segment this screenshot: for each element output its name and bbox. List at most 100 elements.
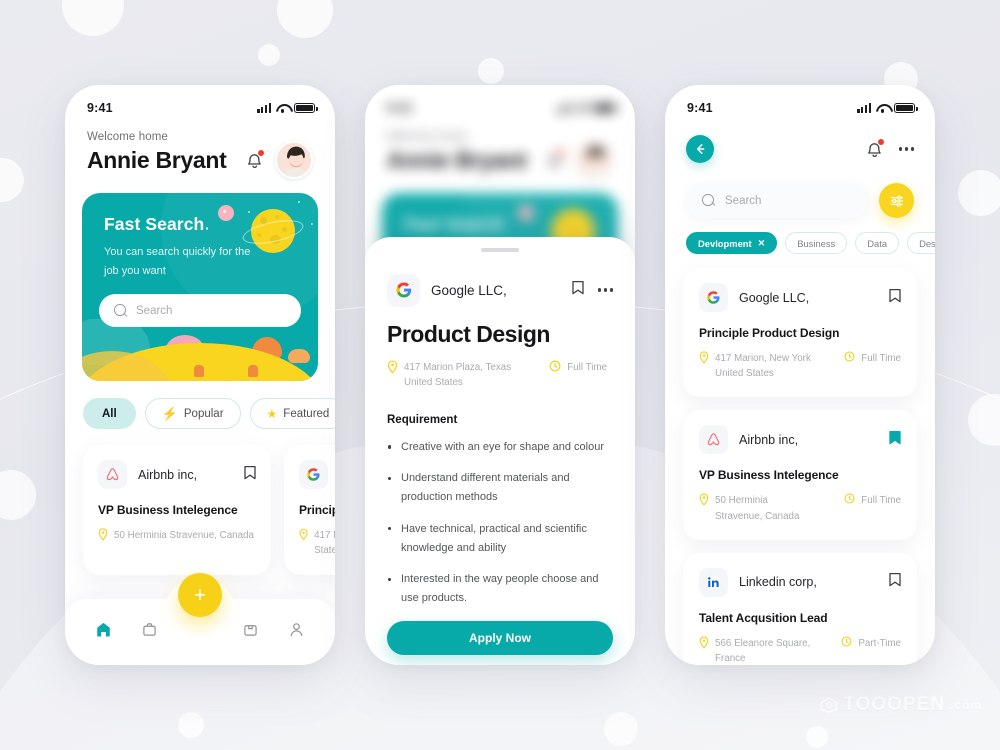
tag-development[interactable]: Devlopment ✕ bbox=[686, 232, 778, 254]
job-card[interactable]: Google LLC, Principle Product Design 417… bbox=[284, 445, 335, 576]
bookmark-icon[interactable] bbox=[244, 465, 256, 485]
phone-search-results-screen: 9:41 Search Devlopment ✕ Business Data D… bbox=[665, 85, 935, 665]
watermark: TOOOPEN .com bbox=[820, 694, 982, 716]
welcome-label: Welcome home bbox=[87, 131, 168, 143]
job-location-text: 417 Marion Plaza, Texas United States bbox=[404, 361, 512, 388]
filter-chip-label: All bbox=[102, 407, 117, 420]
job-location: 417 Marion, New York United States bbox=[299, 528, 335, 558]
bush-decor bbox=[288, 349, 310, 363]
fast-search-title: Fast Search bbox=[104, 214, 205, 234]
saved-bag-icon bbox=[244, 624, 257, 636]
fast-search-title: Fast Search bbox=[404, 214, 505, 234]
welcome-label: Welcome home bbox=[387, 131, 468, 143]
job-title: VP Business Intelegence bbox=[699, 468, 839, 483]
sheet-header: Google LLC, bbox=[387, 273, 613, 307]
job-card[interactable]: Linkedin corp, Talent Acqusition Lead 56… bbox=[683, 552, 917, 665]
job-results-list: Google LLC, Principle Product Design 417… bbox=[665, 254, 935, 665]
job-type-text: Part-Time bbox=[858, 637, 901, 649]
fast-search-subtitle: You can search quickly for the job you w… bbox=[104, 246, 251, 277]
notification-dot bbox=[558, 149, 564, 156]
job-type-text: Full Time bbox=[861, 353, 901, 364]
battery-icon bbox=[294, 102, 318, 114]
company-block: Google LLC, bbox=[387, 273, 507, 307]
bookmark-icon[interactable] bbox=[572, 280, 584, 300]
filter-chip-featured[interactable]: ★ Featured bbox=[249, 398, 335, 429]
job-location-text: 566 Eleanore Square, France bbox=[715, 637, 811, 664]
company-block: Airbnb inc, bbox=[699, 425, 798, 455]
job-card[interactable]: Airbnb inc, VP Business Intelegence 50 H… bbox=[83, 445, 271, 576]
home-header: Welcome home Annie Bryant bbox=[365, 125, 635, 179]
bookmark-icon[interactable] bbox=[889, 572, 901, 592]
company-block: Google LLC, bbox=[699, 283, 809, 312]
bg-circle bbox=[258, 44, 280, 66]
tag-business[interactable]: Business bbox=[785, 232, 848, 254]
more-horizontal-icon[interactable] bbox=[597, 288, 613, 292]
more-horizontal-icon[interactable] bbox=[898, 147, 914, 151]
sprout-decor bbox=[248, 365, 258, 377]
bookmark-icon[interactable] bbox=[889, 430, 901, 450]
map-pin-icon bbox=[98, 528, 108, 541]
google-logo-icon bbox=[699, 283, 728, 312]
close-icon[interactable]: ✕ bbox=[758, 238, 766, 248]
tag-data[interactable]: Data bbox=[855, 232, 900, 254]
nav-profile[interactable] bbox=[281, 614, 311, 644]
home-header: Welcome home Annie Bryant bbox=[65, 125, 335, 179]
bell-icon[interactable] bbox=[866, 138, 884, 159]
nav-briefcase[interactable] bbox=[134, 614, 164, 644]
user-name: Annie Bryant bbox=[87, 147, 227, 173]
job-card[interactable]: Google LLC, Principle Product Design 417… bbox=[683, 268, 917, 398]
job-title: Principle Product Design bbox=[299, 503, 335, 517]
filter-chip-all[interactable]: All bbox=[83, 398, 136, 429]
tag-label: Data bbox=[867, 237, 888, 249]
requirement-item: Have technical, practical and scientific… bbox=[387, 520, 613, 559]
filter-button[interactable] bbox=[879, 183, 914, 218]
nav-saved[interactable] bbox=[236, 614, 266, 644]
watermark-brand: TOOOPEN bbox=[843, 694, 945, 715]
person-icon bbox=[290, 622, 303, 636]
job-card-header: Airbnb inc, bbox=[699, 425, 901, 455]
home-icon bbox=[97, 622, 111, 636]
job-card-header: Linkedin corp, bbox=[699, 567, 901, 597]
add-button[interactable]: + bbox=[178, 573, 222, 617]
tag-label: Devlopment bbox=[698, 237, 752, 249]
greeting-block: Welcome home Annie Bryant bbox=[87, 131, 227, 174]
wifi-icon bbox=[276, 103, 289, 113]
phone-job-detail-screen: 9:41 Welcome home Annie Bryant Fast Sear… bbox=[365, 85, 635, 665]
requirement-item: Creative with an eye for shape and colou… bbox=[387, 438, 613, 457]
sliders-icon bbox=[890, 194, 903, 207]
job-location: 566 Eleanore Square, France bbox=[699, 636, 815, 665]
clock-icon bbox=[844, 351, 855, 362]
status-icons bbox=[557, 102, 618, 114]
signal-bars-icon bbox=[257, 103, 271, 113]
filter-chip-label: Popular bbox=[183, 407, 224, 420]
clock-icon bbox=[844, 493, 855, 504]
bookmark-icon[interactable] bbox=[889, 288, 901, 308]
requirement-item: Understand different materials and produ… bbox=[387, 469, 613, 508]
map-pin-icon bbox=[699, 493, 709, 507]
job-card-carousel[interactable]: Airbnb inc, VP Business Intelegence 50 H… bbox=[65, 429, 335, 576]
sprout-decor bbox=[194, 365, 204, 377]
battery-icon bbox=[594, 102, 618, 114]
google-logo-icon bbox=[299, 460, 328, 489]
sheet-drag-handle[interactable] bbox=[481, 248, 519, 252]
job-card[interactable]: Airbnb inc, VP Business Intelegence 50 H… bbox=[683, 410, 917, 540]
notification-dot bbox=[877, 138, 884, 145]
job-type-text: Full Time bbox=[567, 361, 607, 373]
tag-design[interactable]: Design bbox=[907, 232, 935, 254]
filter-chip-popular[interactable]: ⚡ Popular bbox=[144, 398, 241, 429]
bell-icon[interactable] bbox=[246, 149, 264, 170]
avatar[interactable] bbox=[275, 141, 313, 179]
job-location: 50 Herminia Stravenue, Canada bbox=[699, 493, 815, 523]
back-button[interactable] bbox=[686, 135, 714, 163]
tag-label: Business bbox=[797, 237, 836, 249]
status-time: 9:41 bbox=[387, 101, 413, 115]
job-title: Product Design bbox=[387, 320, 550, 347]
search-input[interactable]: Search bbox=[686, 183, 868, 218]
apply-now-button[interactable]: Apply Now bbox=[387, 620, 613, 655]
map-pin-icon bbox=[299, 528, 308, 541]
map-pin-icon bbox=[699, 351, 709, 364]
clock-icon bbox=[841, 636, 852, 647]
nav-home[interactable] bbox=[89, 614, 119, 644]
company-name: Airbnb inc, bbox=[138, 467, 198, 482]
company-name: Linkedin corp, bbox=[739, 575, 817, 590]
